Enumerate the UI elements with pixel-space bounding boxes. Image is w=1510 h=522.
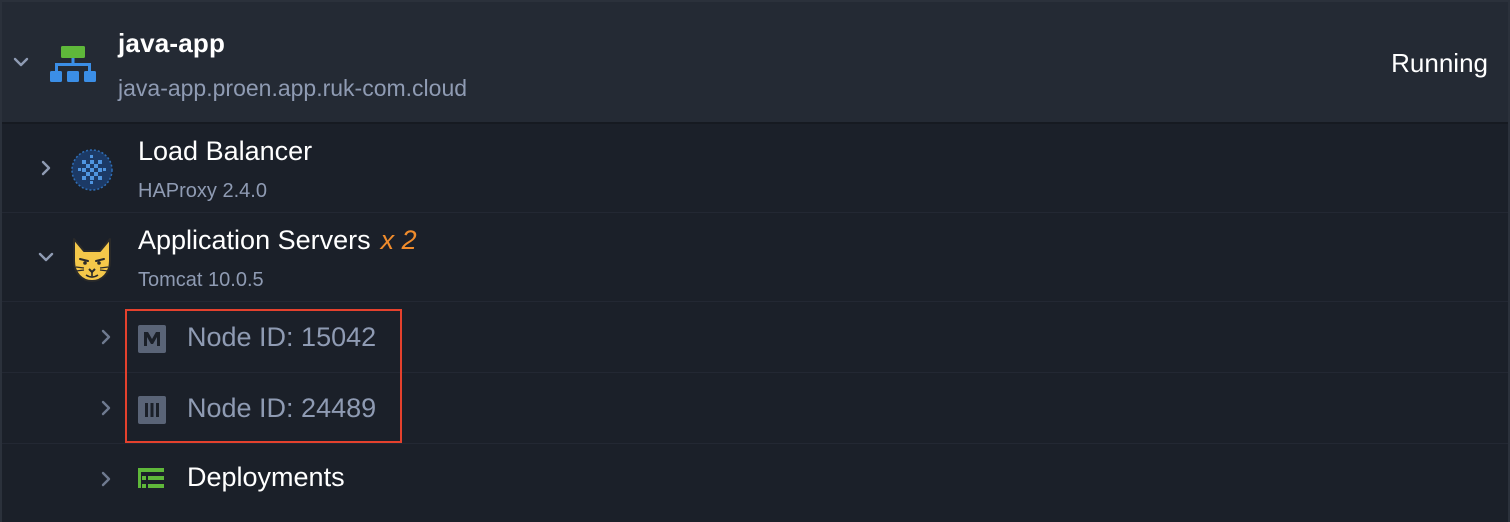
haproxy-icon — [70, 148, 114, 197]
node-group-application-servers[interactable]: Application Servers x 2 Tomcat 10.0.5 — [2, 213, 1508, 302]
node-id-label[interactable]: Node ID: 24489 — [187, 393, 376, 424]
node-group-title: Load Balancer — [138, 136, 312, 167]
node-id-label[interactable]: Node ID: 15042 — [187, 322, 376, 353]
node-icon — [138, 396, 166, 429]
node-row[interactable]: Node ID: 24489 — [2, 373, 1508, 444]
deployments-row[interactable]: Deployments — [2, 444, 1508, 522]
environment-domain-link[interactable]: java-app.proen.app.ruk-com.cloud — [118, 75, 467, 102]
node-group-title-text: Load Balancer — [138, 136, 313, 166]
node-group-title: Application Servers x 2 — [138, 225, 417, 256]
chevron-right-icon[interactable] — [96, 398, 116, 418]
node-group-stack: HAProxy 2.4.0 — [138, 180, 267, 202]
chevron-right-icon[interactable] — [36, 158, 56, 178]
chevron-down-icon[interactable] — [11, 52, 31, 72]
node-group-load-balancer[interactable]: Load Balancer HAProxy 2.4.0 — [2, 124, 1508, 213]
environment-name[interactable]: java-app — [118, 28, 225, 59]
node-group-stack: Tomcat 10.0.5 — [138, 269, 264, 291]
chevron-down-icon[interactable] — [36, 247, 56, 267]
environment-topology-icon — [50, 46, 96, 89]
environment-panel: java-app java-app.proen.app.ruk-com.clou… — [0, 0, 1510, 522]
chevron-right-icon[interactable] — [96, 469, 116, 489]
deployments-label[interactable]: Deployments — [187, 462, 345, 493]
tomcat-icon — [70, 237, 114, 288]
node-group-title-text: Application Servers — [138, 225, 371, 255]
chevron-right-icon[interactable] — [96, 327, 116, 347]
deployments-icon — [138, 467, 166, 498]
environment-status: Running — [1391, 48, 1488, 78]
master-node-icon — [138, 325, 166, 358]
environment-header[interactable]: java-app java-app.proen.app.ruk-com.clou… — [2, 2, 1508, 124]
node-row[interactable]: Node ID: 15042 — [2, 302, 1508, 373]
node-count-badge: x 2 — [380, 225, 417, 255]
